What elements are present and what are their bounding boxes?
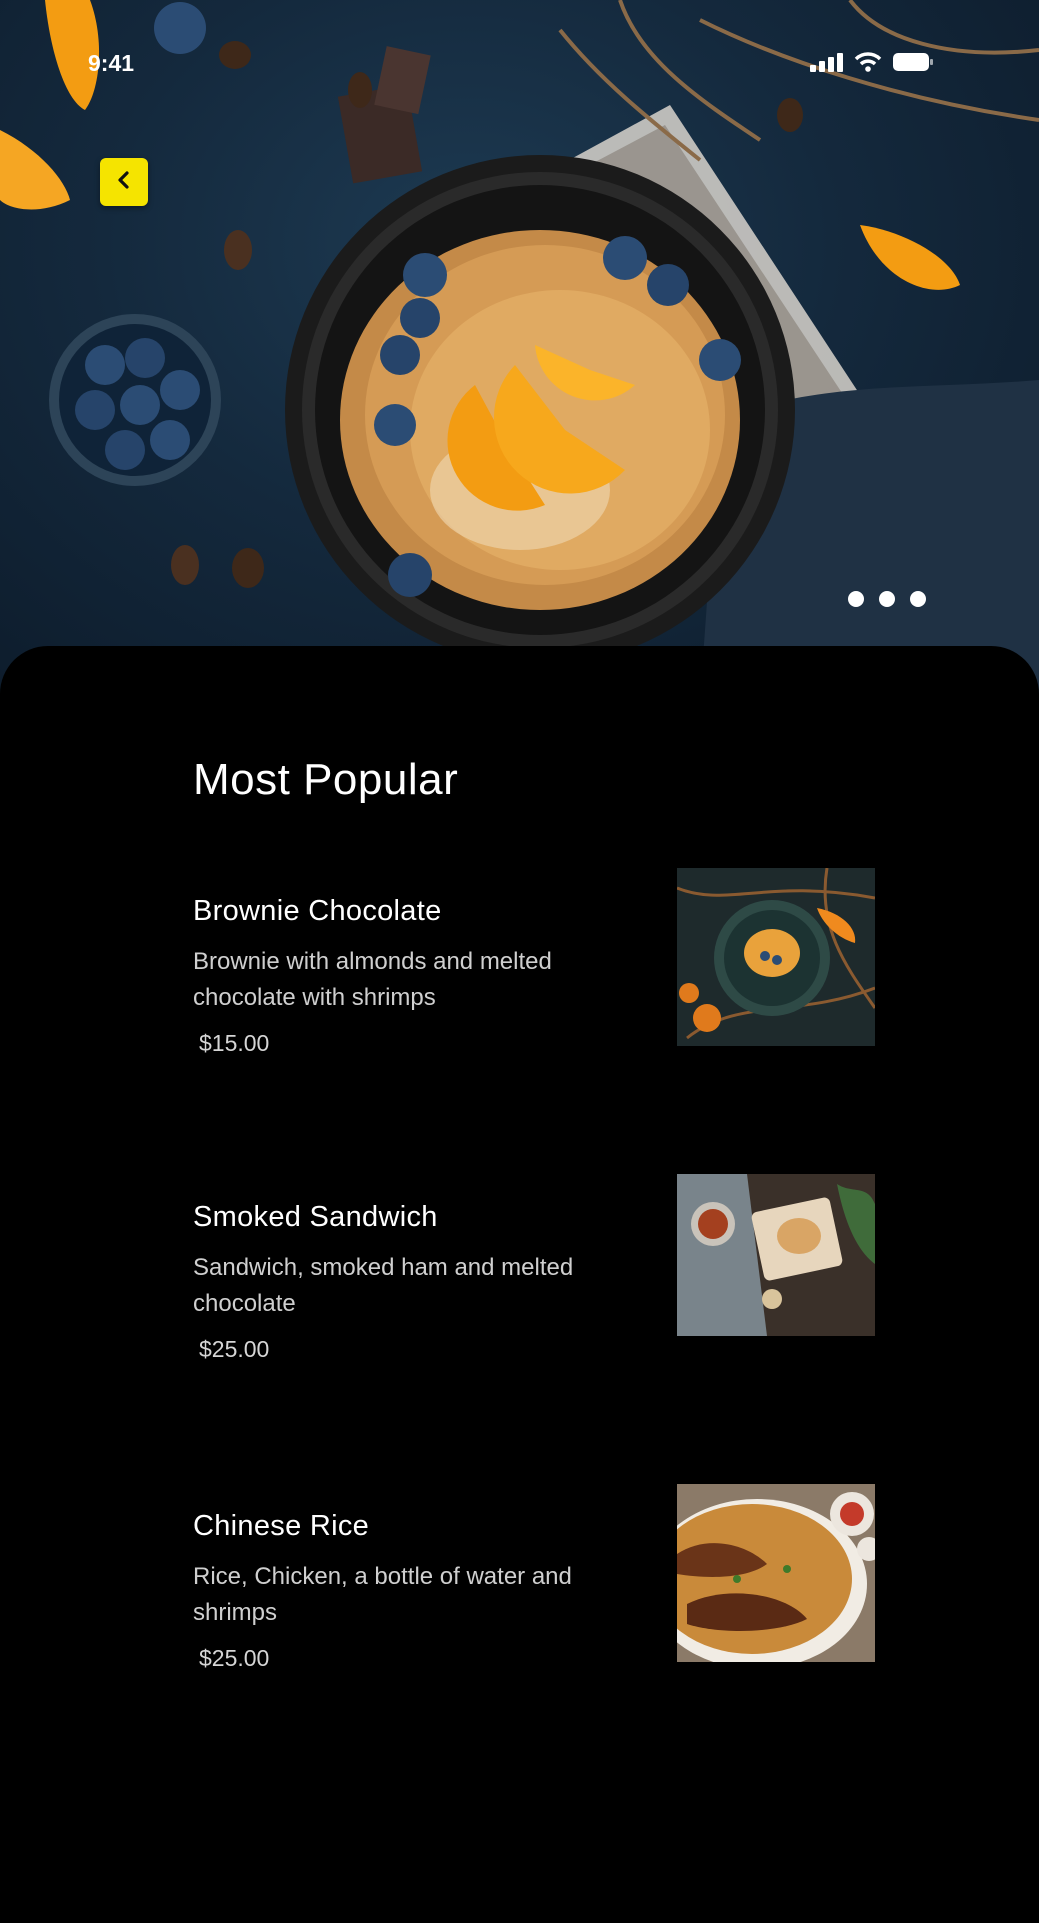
carousel-dot[interactable] — [848, 591, 864, 607]
wifi-icon — [854, 52, 882, 77]
chevron-left-icon — [114, 170, 134, 195]
item-image[interactable] — [677, 868, 875, 1046]
status-time: 9:41 — [88, 50, 135, 76]
signal-icon — [810, 52, 844, 77]
carousel-indicator[interactable] — [848, 591, 926, 607]
item-image[interactable] — [677, 1174, 875, 1336]
item-description: Sandwich, smoked ham and melted chocolat… — [193, 1254, 574, 1317]
item-image[interactable] — [677, 1484, 875, 1662]
carousel-dot[interactable] — [910, 591, 926, 607]
item-price: $25.00 — [199, 1336, 270, 1362]
hero-image: 9:41 — [0, 0, 1039, 700]
battery-icon — [892, 52, 934, 77]
item-description: Rice, Chicken, a bottle of water and shr… — [193, 1563, 572, 1626]
carousel-dot[interactable] — [879, 591, 895, 607]
section-title: Most Popular — [193, 755, 459, 804]
item-description: Brownie with almonds and melted chocolat… — [193, 948, 552, 1011]
status-icons — [810, 52, 934, 77]
back-button[interactable] — [100, 158, 148, 206]
